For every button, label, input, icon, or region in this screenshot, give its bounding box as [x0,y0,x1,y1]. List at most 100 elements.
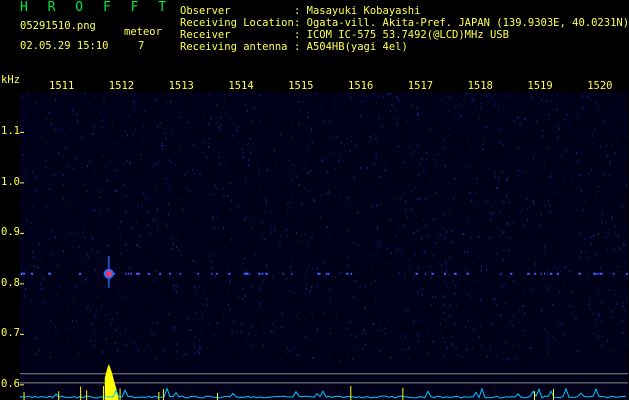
carrier-dash [540,272,542,275]
noise-speck [581,151,583,154]
noise-speck [460,114,462,117]
noise-speck [222,255,224,258]
noise-speck [274,226,276,229]
noise-speck [304,186,306,189]
noise-speck [312,315,314,318]
noise-speck [307,265,309,268]
noise-speck [501,171,503,174]
noise-speck [330,121,332,124]
noise-speck [103,100,105,103]
noise-speck [439,323,441,326]
noise-speck [178,105,180,108]
noise-speck [376,329,378,331]
noise-speck [506,194,507,197]
file-name: 05291510.png [20,20,96,32]
carrier-dash [282,272,284,275]
noise-speck [50,253,52,256]
noise-speck [430,179,432,182]
noise-speck [114,342,116,345]
noise-speck [68,124,70,127]
noise-speck [517,174,519,177]
noise-speck [593,332,595,335]
noise-speck [135,345,137,348]
noise-speck [242,297,244,300]
noise-speck [445,319,447,322]
noise-speck [521,208,523,211]
noise-speck [163,349,164,352]
noise-speck [322,259,324,262]
noise-speck [491,161,493,164]
noise-speck [423,166,425,169]
noise-speck [133,100,135,103]
noise-speck [502,109,504,112]
noise-speck [230,208,232,211]
noise-speck [98,190,100,193]
noise-speck [305,162,307,164]
noise-speck [171,236,173,239]
noise-speck [606,249,608,252]
noise-speck [45,348,47,351]
noise-speck [317,112,319,115]
noise-speck [99,112,101,115]
noise-speck [533,157,534,160]
noise-speck [518,116,520,119]
noise-speck [323,120,325,123]
noise-speck [305,126,307,129]
noise-speck [509,275,511,278]
noise-speck [443,212,445,215]
noise-speck [210,260,212,263]
noise-speck [493,298,494,301]
noise-speck [125,343,127,346]
noise-speck [291,259,293,262]
noise-speck [361,332,363,335]
noise-speck [346,138,348,141]
noise-speck [450,152,452,155]
noise-speck [137,244,139,247]
carrier-dash [169,272,171,275]
noise-speck [434,126,436,129]
noise-speck [198,339,200,342]
noise-speck [625,260,627,263]
noise-speck [543,328,545,330]
noise-speck [22,119,24,122]
noise-speck [193,143,195,146]
noise-speck [35,188,37,191]
noise-speck [428,196,430,199]
noise-speck [84,236,86,239]
noise-speck [556,94,558,96]
x-tick-label: 1513 [168,80,194,92]
noise-speck [495,176,497,178]
noise-speck [321,160,323,163]
noise-speck [542,277,544,280]
noise-speck [71,112,73,115]
noise-speck [41,136,43,139]
noise-speck [304,250,305,253]
noise-speck [42,301,44,304]
noise-speck [55,326,57,329]
noise-speck [153,333,155,336]
noise-speck [499,228,501,231]
noise-speck [48,332,50,335]
noise-speck [224,162,226,165]
noise-speck [404,273,406,276]
noise-speck [155,163,157,166]
noise-speck [563,281,565,284]
noise-speck [404,309,406,312]
noise-speck [71,200,73,203]
noise-speck [366,167,368,169]
noise-speck [263,279,264,282]
noise-speck [414,150,416,153]
noise-speck [157,228,159,231]
noise-speck [249,195,250,198]
noise-speck [543,180,545,183]
noise-speck [134,109,136,111]
noise-speck [126,210,128,213]
noise-speck [457,354,459,357]
noise-speck [443,102,445,105]
noise-speck [165,302,167,305]
noise-speck [360,114,362,117]
noise-speck [521,217,523,220]
noise-speck [550,100,552,103]
noise-speck [577,160,579,163]
noise-speck [62,128,64,131]
